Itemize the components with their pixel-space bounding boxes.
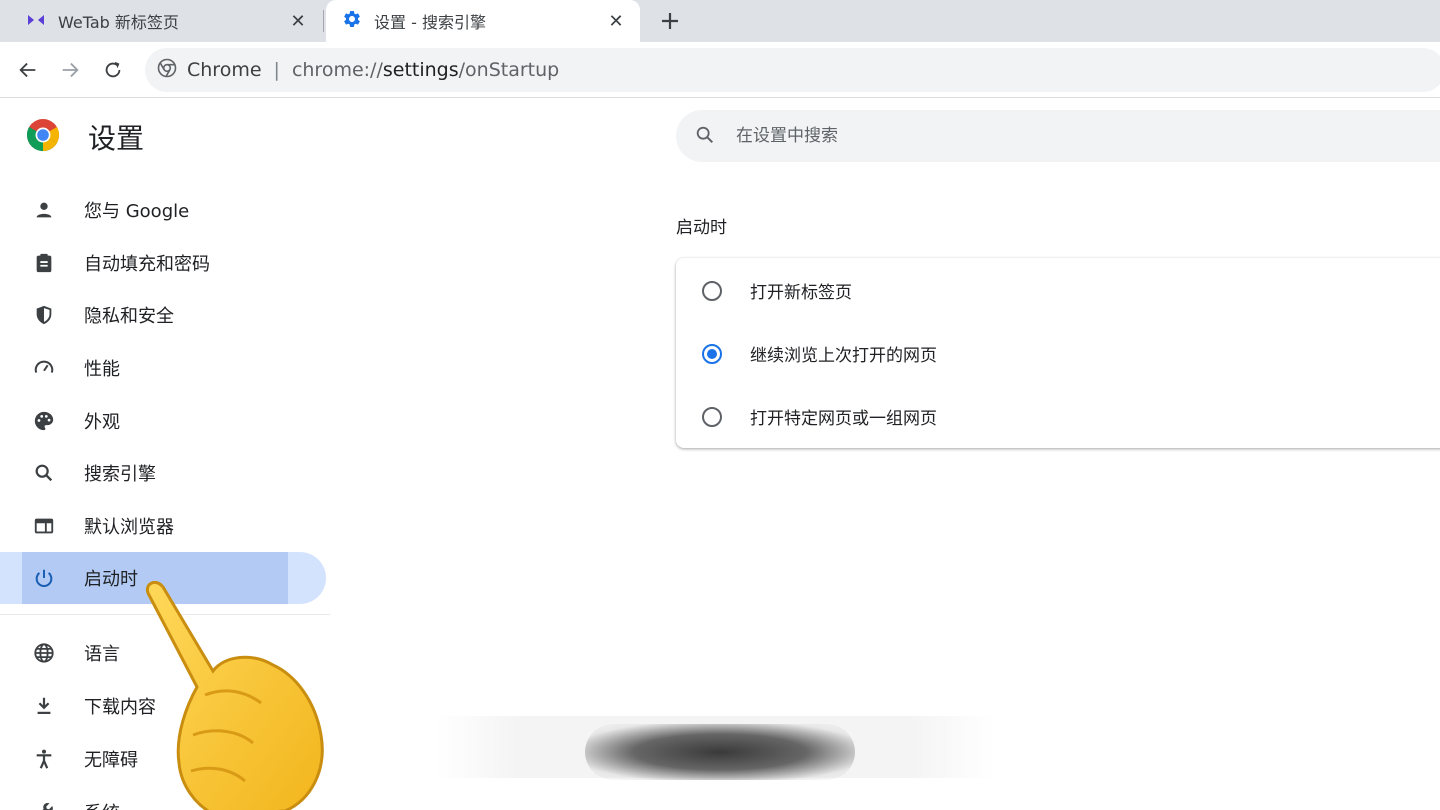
sidebar-item-label: 自动填充和密码 <box>84 254 210 275</box>
sidebar-item-label: 搜索引擎 <box>84 464 156 485</box>
radio-button-checked[interactable] <box>702 343 722 364</box>
option-label: 打开特定网页或一组网页 <box>750 409 937 429</box>
person-icon <box>32 198 56 222</box>
palette-icon <box>32 409 56 433</box>
speedometer-icon <box>32 356 56 380</box>
sidebar-item-label: 性能 <box>84 359 120 380</box>
blurred-shape <box>585 724 855 780</box>
radio-button[interactable] <box>702 406 722 427</box>
download-icon <box>32 694 56 718</box>
power-icon <box>32 566 56 590</box>
search-input[interactable] <box>736 122 1336 150</box>
chrome-logo-icon <box>26 118 60 152</box>
search-icon <box>694 124 716 150</box>
blurred-overlay <box>435 716 995 780</box>
shield-icon <box>32 303 56 327</box>
search-icon <box>32 461 56 485</box>
url-host: settings <box>382 59 459 81</box>
sidebar-item-label: 无障碍 <box>84 750 138 771</box>
option-label: 继续浏览上次打开的网页 <box>750 346 937 366</box>
sidebar-item-autofill[interactable]: 自动填充和密码 <box>0 237 330 289</box>
pointing-hand-icon <box>135 575 335 810</box>
sidebar-item-label: 系统 <box>84 799 120 810</box>
sidebar-item-appearance[interactable]: 外观 <box>0 395 330 447</box>
new-tab-button[interactable] <box>655 6 685 36</box>
sidebar-item-privacy[interactable]: 隐私和安全 <box>0 289 330 341</box>
site-label: Chrome <box>187 59 262 81</box>
section-title: 启动时 <box>676 218 727 238</box>
address-bar[interactable]: Chrome | chrome://settings/onStartup <box>145 48 1440 92</box>
tab-title: WeTab 新标签页 <box>58 13 179 32</box>
sidebar-item-you-and-google[interactable]: 您与 Google <box>0 184 330 236</box>
back-button[interactable] <box>12 54 44 86</box>
forward-button[interactable] <box>54 54 86 86</box>
gear-icon <box>342 9 362 33</box>
globe-icon <box>32 641 56 665</box>
startup-option-specific-pages[interactable]: 打开特定网页或一组网页 <box>676 385 1440 448</box>
url-prefix: chrome:// <box>291 59 383 81</box>
tab-strip: WeTab 新标签页 ✕ 设置 - 搜索引擎 ✕ <box>0 0 1440 42</box>
settings-search[interactable] <box>676 110 1440 162</box>
omnibox-divider: | <box>273 59 280 81</box>
tab-close-icon[interactable]: ✕ <box>286 9 310 33</box>
reload-button[interactable] <box>97 54 129 86</box>
option-label: 打开新标签页 <box>750 283 852 303</box>
sidebar-item-label: 语言 <box>84 644 120 665</box>
url-text: chrome://settings/onStartup <box>292 59 559 81</box>
chrome-page-icon <box>157 58 177 83</box>
tab-wetab[interactable]: WeTab 新标签页 ✕ <box>0 0 322 42</box>
sidebar-item-label: 启动时 <box>84 569 138 590</box>
browser-window-icon <box>32 514 56 538</box>
tab-settings[interactable]: 设置 - 搜索引擎 ✕ <box>326 0 640 42</box>
sidebar-item-label: 外观 <box>84 412 120 433</box>
sidebar-item-label: 默认浏览器 <box>84 517 174 538</box>
tab-title: 设置 - 搜索引擎 <box>374 13 486 32</box>
sidebar-item-search-engine[interactable]: 搜索引擎 <box>0 447 330 499</box>
wrench-icon <box>32 800 56 810</box>
tab-close-icon[interactable]: ✕ <box>604 9 628 33</box>
radio-button[interactable] <box>702 280 722 301</box>
clipboard-icon <box>32 251 56 275</box>
toolbar: Chrome | chrome://settings/onStartup <box>0 42 1440 98</box>
sidebar-item-label: 您与 Google <box>84 201 190 222</box>
startup-options-card: 打开新标签页 继续浏览上次打开的网页 打开特定网页或一组网页 <box>676 258 1440 448</box>
startup-option-continue[interactable]: 继续浏览上次打开的网页 <box>676 322 1440 385</box>
sidebar-item-default-browser[interactable]: 默认浏览器 <box>0 500 330 552</box>
wetab-favicon-icon <box>26 12 46 31</box>
tab-separator <box>323 10 324 32</box>
sidebar-item-label: 隐私和安全 <box>84 306 174 327</box>
page-title: 设置 <box>88 122 145 155</box>
url-path: /onStartup <box>458 59 560 81</box>
startup-option-new-tab[interactable]: 打开新标签页 <box>676 259 1440 322</box>
sidebar-item-performance[interactable]: 性能 <box>0 342 330 394</box>
accessibility-icon <box>32 747 56 771</box>
